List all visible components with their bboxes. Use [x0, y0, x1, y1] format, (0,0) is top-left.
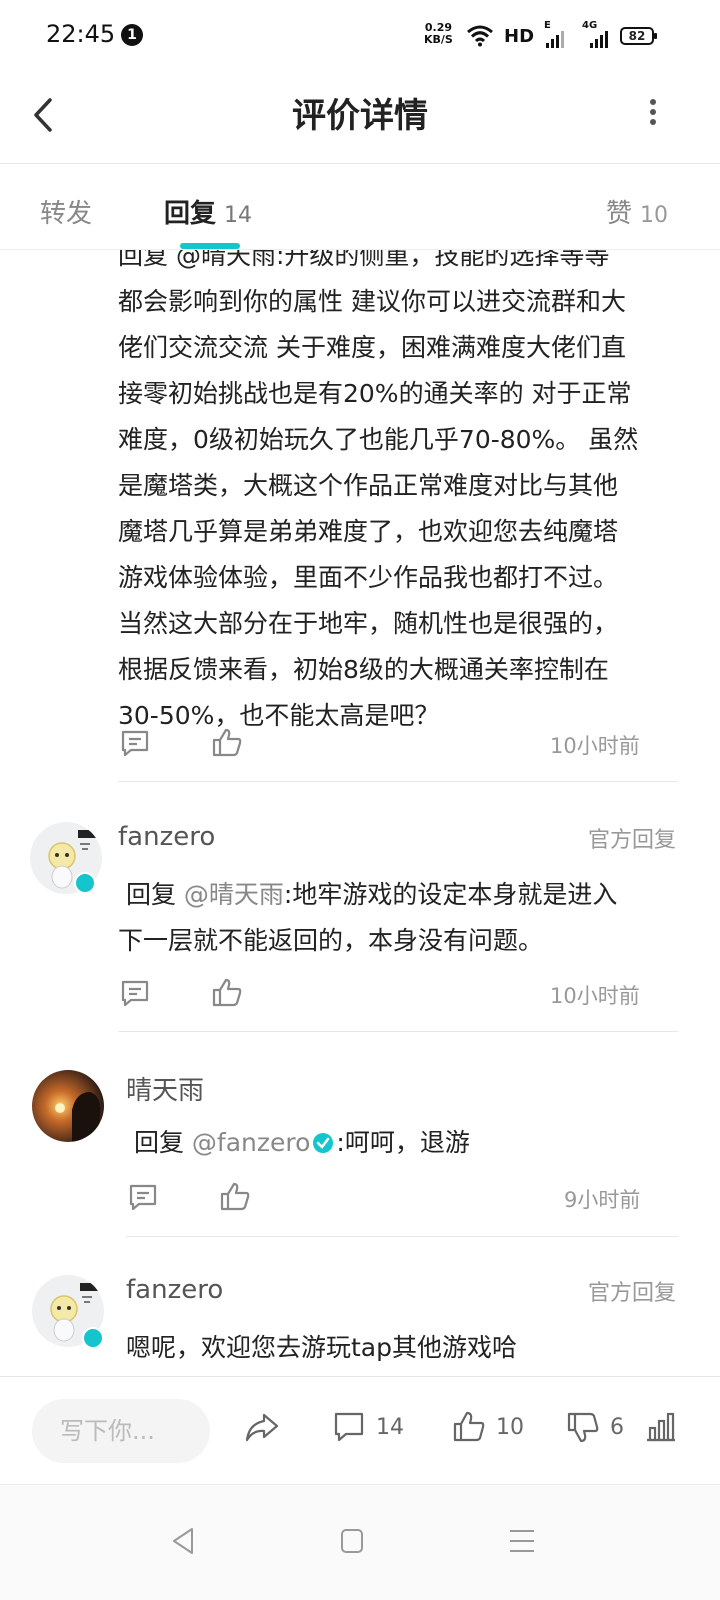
dislike-count: 6	[610, 1414, 624, 1440]
username[interactable]: fanzero	[126, 1275, 223, 1305]
mention-link[interactable]: @fanzero	[192, 1128, 311, 1157]
bottom-action-bar: 写下你... 14 10 6	[0, 1376, 720, 1484]
reply-body-line: 回复 @fanzero :呵呵，退游	[126, 1120, 686, 1166]
reply-body: 回复 @fanzero :呵呵，退游	[126, 1120, 686, 1166]
reply-body: 回复 @晴天雨:地牢游戏的设定本身就是进入 下一层就不能返回的，本身没有问题。	[118, 872, 688, 964]
battery-icon: 82	[620, 27, 658, 45]
tab-likes-label: 赞	[606, 199, 633, 229]
more-options-button[interactable]	[640, 92, 670, 138]
reply-divider	[118, 1031, 678, 1032]
signal-icon-1: E	[544, 20, 572, 48]
thumbs-up-icon[interactable]	[210, 726, 244, 760]
reply-comment-icon[interactable]	[118, 726, 152, 760]
reply-body-line: 佬们交流交流 关于难度，困难满难度大佬们直	[118, 333, 626, 362]
battery-level: 82	[628, 29, 646, 43]
page-title: 评价详情	[292, 96, 428, 136]
avatar[interactable]	[32, 1070, 104, 1142]
reply-body-line: 接零初始挑战也是有20%的通关率的 对于正常	[118, 379, 632, 408]
stats-button[interactable]	[644, 1407, 678, 1447]
tab-forward-label: 转发	[40, 199, 93, 229]
thumbs-down-icon	[567, 1412, 599, 1443]
reply-comment-icon[interactable]	[118, 976, 152, 1010]
thumbs-up-icon[interactable]	[218, 1180, 252, 1214]
reply-divider	[126, 1236, 678, 1237]
tab-replies-label: 回复	[164, 199, 217, 229]
dislike-button[interactable]: 6	[566, 1407, 624, 1447]
username[interactable]: fanzero	[118, 822, 215, 852]
reply-body-line: 游戏体验体验，里面不少作品我也都打不过。	[118, 563, 619, 592]
status-bar: 22:45 1 0.29 KB/S HD E 4G 82	[0, 0, 720, 70]
reply-body-line: 回复 @晴天雨:升级的侧重，技能的选择等等	[118, 250, 610, 270]
comment-button[interactable]: 14	[332, 1407, 404, 1447]
reply-time: 10小时前	[550, 734, 640, 758]
like-button[interactable]: 10	[452, 1407, 524, 1447]
active-tab-indicator	[180, 243, 240, 249]
reply-time: 9小时前	[564, 1188, 641, 1212]
signal-2-tag: 4G	[582, 20, 598, 31]
reply-body-line: 回复 @晴天雨:地牢游戏的设定本身就是进入	[118, 872, 688, 918]
like-count: 10	[496, 1414, 524, 1440]
reply-prefix: 回复	[125, 880, 184, 909]
reply-body-line: 都会影响到你的属性 建议你可以进交流群和大	[118, 287, 626, 316]
reply-body-line: 魔塔几乎算是弟弟难度了，也欢迎您去纯魔塔	[118, 517, 619, 546]
reply-body: 回复 @晴天雨:升级的侧重，技能的选择等等 都会影响到你的属性 建议你可以进交流…	[118, 250, 688, 739]
reply-comment-icon[interactable]	[126, 1180, 160, 1214]
tab-likes[interactable]: 赞 10	[606, 193, 668, 230]
tab-replies-count: 14	[224, 203, 253, 228]
status-icons: HD E 4G 82	[466, 20, 658, 50]
status-time: 22:45	[46, 20, 116, 48]
reply-actions: 10小时前	[118, 726, 658, 766]
tab-replies[interactable]: 回复 14	[164, 193, 252, 230]
reply-body: 嗯呢，欢迎您去游玩tap其他游戏哈	[126, 1325, 686, 1371]
comment-icon	[334, 1412, 364, 1442]
reply-actions: 9小时前	[126, 1180, 658, 1220]
reply-body-line: 下一层就不能返回的，本身没有问题。	[118, 926, 544, 955]
comment-input[interactable]: 写下你...	[32, 1399, 210, 1463]
wifi-icon	[467, 25, 493, 47]
app-header: 评价详情	[0, 70, 720, 164]
nav-back-icon[interactable]	[164, 1521, 204, 1561]
official-reply-tag: 官方回复	[587, 1281, 676, 1306]
nav-home-icon[interactable]	[332, 1521, 372, 1561]
share-button[interactable]	[244, 1407, 280, 1447]
nav-menu-icon[interactable]	[502, 1521, 542, 1561]
thumbs-up-icon[interactable]	[210, 976, 244, 1010]
verified-badge-icon	[82, 1327, 104, 1349]
tab-bar: 转发 回复 14 赞 10	[0, 165, 720, 250]
thumbs-up-icon	[453, 1411, 485, 1442]
verified-badge-icon	[74, 872, 96, 894]
avatar-image	[32, 1070, 104, 1142]
reply-body-line: 当然这大部分在于地牢，随机性也是很强的，	[118, 609, 619, 638]
tab-forward[interactable]: 转发	[40, 193, 92, 230]
more-vertical-icon	[650, 99, 656, 125]
share-icon	[245, 1413, 279, 1442]
network-speed-unit: KB/S	[424, 33, 453, 46]
username[interactable]: 晴天雨	[126, 1070, 204, 1107]
reply-text: :地牢游戏的设定本身就是进入	[283, 880, 618, 909]
hd-label: HD	[504, 25, 535, 47]
network-speed: 0.29 KB/S	[424, 22, 453, 46]
reply-body-line: 是魔塔类，大概这个作品正常难度对比与其他	[118, 471, 619, 500]
reply-list[interactable]: 回复 @晴天雨:升级的侧重，技能的选择等等 都会影响到你的属性 建议你可以进交流…	[0, 250, 720, 1375]
reply-body-line: 难度，0级初始玩久了也能几乎70-80%。 虽然	[118, 425, 639, 454]
reply-actions: 10小时前	[118, 976, 658, 1016]
reply-text: :呵呵，退游	[336, 1128, 470, 1157]
verified-badge-icon	[313, 1133, 334, 1153]
official-reply-tag: 官方回复	[587, 828, 676, 853]
reply-body-line: 嗯呢，欢迎您去游玩tap其他游戏哈	[126, 1333, 517, 1362]
signal-icon-2: 4G	[582, 20, 610, 48]
reply-prefix: 回复	[133, 1128, 192, 1157]
reply-divider	[118, 781, 678, 782]
notification-badge: 1	[121, 24, 143, 46]
signal-1-tag: E	[544, 20, 551, 31]
comment-count: 14	[376, 1414, 404, 1440]
reply-time: 10小时前	[550, 984, 640, 1008]
bar-chart-icon	[647, 1412, 675, 1442]
tab-likes-count: 10	[640, 203, 669, 228]
mention-link[interactable]: @晴天雨	[184, 880, 284, 909]
system-navigation-bar	[0, 1484, 720, 1600]
reply-body-line: 根据反馈来看，初始8级的大概通关率控制在	[118, 655, 609, 684]
